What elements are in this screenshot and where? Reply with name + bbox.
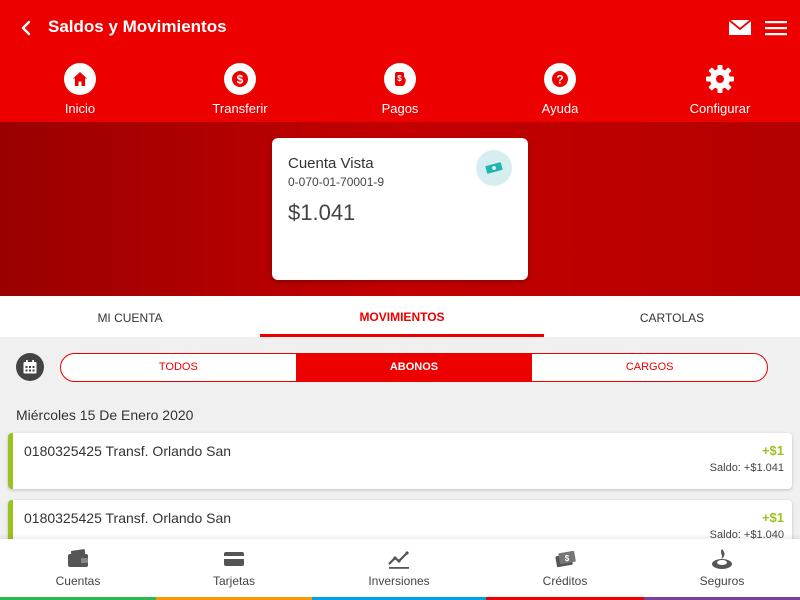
back-button[interactable] (14, 14, 38, 42)
quick-action-configurar[interactable]: Configurar (660, 60, 780, 120)
menu-button[interactable] (764, 18, 788, 40)
top-bar: Saldos y Movimientos Inicio $ Transferir… (0, 0, 800, 122)
svg-text:$: $ (237, 73, 244, 87)
nav-inversiones[interactable]: Inversiones (312, 539, 486, 600)
wallet-icon (68, 549, 88, 567)
nav-seguros[interactable]: Seguros (644, 539, 800, 600)
account-balance: $1.041 (288, 200, 356, 225)
list-item[interactable]: 0180325425 Transf. Orlando San +$1 Saldo… (8, 433, 792, 489)
calendar-button[interactable] (16, 353, 44, 381)
filter-cargos[interactable]: CARGOS (532, 354, 767, 381)
mail-icon (728, 19, 752, 35)
movement-balance: Saldo: +$1.041 (709, 462, 784, 474)
chart-line-icon (388, 551, 409, 569)
svg-text:$: $ (565, 554, 570, 563)
quick-action-label: Ayuda (541, 101, 579, 116)
nav-label: Cuentas (55, 574, 101, 588)
movement-amount: +$1 (761, 510, 784, 525)
tab-label: MI CUENTA (97, 311, 163, 325)
section-tabs: MI CUENTA MOVIMIENTOS CARTOLAS (0, 296, 800, 337)
filter-abonos[interactable]: ABONOS (296, 354, 533, 381)
filter-todos[interactable]: TODOS (61, 354, 297, 381)
date-header: Miércoles 15 De Enero 2020 (16, 407, 194, 423)
payment-icon: $ (384, 63, 416, 95)
mail-button[interactable] (728, 17, 752, 39)
nav-label: Seguros (699, 574, 745, 588)
nav-creditos[interactable]: $ Créditos (486, 539, 644, 600)
nav-tarjetas[interactable]: Tarjetas (156, 539, 312, 600)
quick-action-label: Inicio (64, 101, 96, 116)
movement-amount: +$1 (761, 443, 784, 458)
banknote-icon (476, 150, 512, 186)
quick-action-label: Configurar (689, 101, 751, 116)
home-icon (64, 63, 96, 95)
nav-label: Tarjetas (212, 574, 256, 588)
movement-description: 0180325425 Transf. Orlando San (24, 443, 232, 459)
account-hero: Cuenta Vista 0-070-01-70001-9 $1.041 (0, 122, 800, 296)
page-title: Saldos y Movimientos (48, 17, 227, 36)
gear-icon (704, 63, 736, 95)
svg-text:$: $ (397, 74, 402, 83)
movement-filter: TODOS ABONOS CARGOS (60, 353, 768, 382)
nav-label: Créditos (542, 574, 588, 588)
bottom-nav: Cuentas Tarjetas Inversiones $ Créditos … (0, 539, 800, 600)
tab-cartolas[interactable]: CARTOLAS (544, 296, 800, 337)
santander-flame-icon (712, 549, 732, 569)
calendar-icon (23, 360, 37, 374)
tab-label: MOVIMIENTOS (359, 310, 445, 324)
movement-description: 0180325425 Transf. Orlando San (24, 510, 232, 526)
quick-action-ayuda[interactable]: ? Ayuda (500, 60, 620, 120)
money-icon: $ (555, 550, 576, 568)
nav-label: Inversiones (368, 574, 430, 588)
account-number: 0-070-01-70001-9 (288, 175, 385, 189)
account-card[interactable]: Cuenta Vista 0-070-01-70001-9 $1.041 (272, 138, 528, 280)
credit-card-icon (224, 552, 244, 566)
svg-text:?: ? (556, 73, 563, 87)
dollar-icon: $ (224, 63, 256, 95)
active-tab-indicator (260, 334, 544, 337)
question-icon: ? (544, 63, 576, 95)
tab-mi-cuenta[interactable]: MI CUENTA (0, 296, 260, 337)
nav-cuentas[interactable]: Cuentas (0, 539, 156, 600)
quick-action-pagos[interactable]: $ Pagos (340, 60, 460, 120)
quick-action-label: Pagos (381, 101, 419, 116)
tab-movimientos[interactable]: MOVIMIENTOS (260, 296, 544, 337)
quick-action-transferir[interactable]: $ Transferir (180, 60, 300, 120)
hamburger-menu-icon (765, 21, 787, 36)
tab-label: CARTOLAS (639, 311, 705, 325)
quick-action-inicio[interactable]: Inicio (20, 60, 140, 120)
chevron-left-icon (21, 20, 31, 36)
account-title: Cuenta Vista (288, 155, 374, 172)
quick-action-label: Transferir (212, 101, 268, 116)
